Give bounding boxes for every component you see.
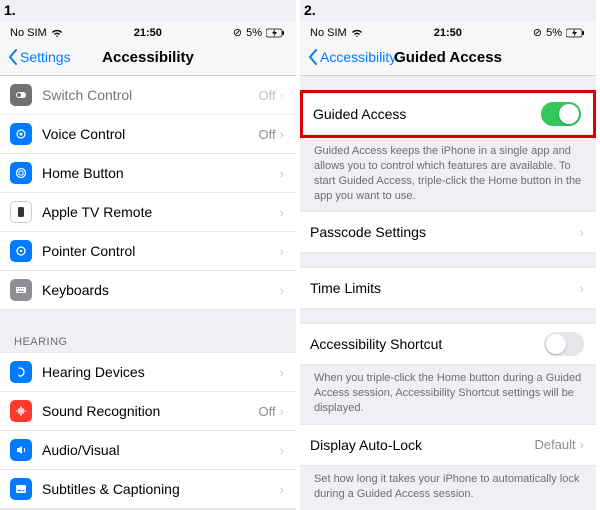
row-label: Display Auto-Lock (310, 437, 534, 453)
chevron-right-icon: › (280, 404, 284, 419)
row-value: Off (259, 88, 276, 103)
back-label: Accessibility (320, 49, 396, 65)
switch-control-icon (10, 84, 32, 106)
section-header-hearing: HEARING (0, 332, 296, 352)
chevron-right-icon: › (280, 365, 284, 380)
orientation-lock-icon: ⊘ (533, 26, 542, 39)
guided-access-switch[interactable] (541, 102, 581, 126)
clock-text: 21:50 (434, 27, 462, 39)
row-label: Switch Control (42, 87, 259, 103)
row-label: Voice Control (42, 126, 259, 142)
row-passcode-settings[interactable]: Passcode Settings › (300, 211, 596, 253)
subtitles-icon (10, 478, 32, 500)
clock-text: 21:50 (134, 27, 162, 39)
row-label: Pointer Control (42, 243, 280, 259)
step-number-1: 1. (4, 2, 16, 18)
row-value: Off (259, 404, 276, 419)
row-label: Keyboards (42, 282, 280, 298)
nav-bar: Accessibility Guided Access (300, 43, 596, 76)
row-home-button[interactable]: Home Button › (0, 154, 296, 193)
row-display-auto-lock[interactable]: Display Auto-Lock Default › (300, 424, 596, 466)
step-number-2: 2. (304, 2, 316, 18)
row-label: Sound Recognition (42, 403, 259, 419)
chevron-left-icon (8, 49, 18, 65)
row-label: Accessibility Shortcut (310, 336, 544, 352)
battery-icon (266, 28, 286, 38)
row-audio-visual[interactable]: Audio/Visual › (0, 431, 296, 470)
shortcut-footer: When you triple-click the Home button du… (300, 365, 596, 424)
row-value: Off (259, 127, 276, 142)
battery-icon (566, 28, 586, 38)
chevron-right-icon: › (280, 166, 284, 181)
chevron-right-icon: › (580, 437, 584, 452)
chevron-right-icon: › (580, 281, 584, 296)
row-guided-access-toggle: Guided Access (303, 93, 593, 135)
chevron-right-icon: › (280, 443, 284, 458)
chevron-right-icon: › (280, 205, 284, 220)
carrier-text: No SIM (310, 27, 347, 39)
accessibility-shortcut-switch[interactable] (544, 332, 584, 356)
hearing-icon (10, 361, 32, 383)
chevron-right-icon: › (280, 283, 284, 298)
row-hearing-devices[interactable]: Hearing Devices › (0, 352, 296, 392)
pointer-icon (10, 240, 32, 262)
carrier-text: No SIM (10, 27, 47, 39)
back-label: Settings (20, 49, 71, 65)
page-title: Accessibility (102, 49, 194, 66)
status-bar: No SIM 21:50 ⊘ 5% (0, 22, 296, 43)
wifi-icon (51, 28, 63, 38)
guided-access-footer: Guided Access keeps the iPhone in a sing… (300, 138, 596, 211)
row-label: Audio/Visual (42, 442, 280, 458)
row-value: Default (534, 437, 575, 452)
row-label: Hearing Devices (42, 364, 280, 380)
chevron-right-icon: › (280, 482, 284, 497)
chevron-left-icon (308, 49, 318, 65)
back-button[interactable]: Accessibility (308, 49, 396, 65)
row-subtitles[interactable]: Subtitles & Captioning › (0, 470, 296, 509)
row-label: Passcode Settings (310, 224, 580, 240)
nav-bar: Settings Accessibility (0, 43, 296, 76)
panel-guided-access: 2. No SIM 21:50 ⊘ 5% Accessibility Guide… (300, 0, 600, 510)
wifi-icon (351, 28, 363, 38)
voice-control-icon (10, 123, 32, 145)
battery-text: 5% (546, 27, 562, 39)
home-button-icon (10, 162, 32, 184)
row-accessibility-shortcut-toggle: Accessibility Shortcut (300, 323, 596, 365)
row-apple-tv-remote[interactable]: Apple TV Remote › (0, 193, 296, 232)
row-label: Subtitles & Captioning (42, 481, 280, 497)
chevron-right-icon: › (280, 244, 284, 259)
sound-icon (10, 400, 32, 422)
status-bar: No SIM 21:50 ⊘ 5% (300, 22, 596, 43)
row-time-limits[interactable]: Time Limits › (300, 267, 596, 309)
orientation-lock-icon: ⊘ (233, 26, 242, 39)
page-title: Guided Access (394, 49, 502, 66)
row-sound-recognition[interactable]: Sound Recognition Off › (0, 392, 296, 431)
row-pointer-control[interactable]: Pointer Control › (0, 232, 296, 271)
chevron-right-icon: › (280, 88, 284, 103)
row-label: Guided Access (313, 106, 541, 122)
chevron-right-icon: › (280, 127, 284, 142)
audio-icon (10, 439, 32, 461)
chevron-right-icon: › (580, 225, 584, 240)
row-label: Apple TV Remote (42, 204, 280, 220)
back-button[interactable]: Settings (8, 49, 71, 65)
battery-text: 5% (246, 27, 262, 39)
panel-accessibility: 1. No SIM 21:50 ⊘ 5% Settings Accessibil… (0, 0, 300, 510)
row-keyboards[interactable]: Keyboards › (0, 271, 296, 310)
row-label: Home Button (42, 165, 280, 181)
row-label: Time Limits (310, 280, 580, 296)
row-switch-control[interactable]: Switch Control Off › (0, 76, 296, 115)
autolock-footer: Set how long it takes your iPhone to aut… (300, 466, 596, 510)
apple-tv-icon (10, 201, 32, 223)
row-voice-control[interactable]: Voice Control Off › (0, 115, 296, 154)
keyboard-icon (10, 279, 32, 301)
